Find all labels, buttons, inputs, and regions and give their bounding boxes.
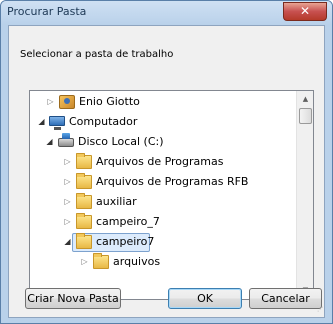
folder-icon [93,253,109,269]
folder-icon [76,153,92,169]
tree-item-label: Arquivos de Programas RFB [96,175,249,188]
window-title: Procurar Pasta [7,5,87,18]
dialog-body: Selecionar a pasta de trabalho ▷ Enio Gi… [8,25,325,318]
tree-item-label: auxiliar [96,195,137,208]
folder-tree[interactable]: ▷ Enio Giotto ◢ Computador ◢ Disco Local… [29,90,314,300]
tree-item-label: Computador [69,115,138,128]
new-folder-button[interactable]: Criar Nova Pasta [25,288,121,309]
user-folder-icon [59,95,75,109]
folder-icon [76,233,92,249]
collapse-arrow-icon[interactable]: ◢ [45,132,54,152]
dialog-prompt: Selecionar a pasta de trabalho [20,49,174,60]
drive-icon [58,133,74,147]
tree-item-arquivos-de-programas[interactable]: ▷ Arquivos de Programas [30,152,296,172]
expand-arrow-icon[interactable]: ▷ [63,172,72,192]
tree-item-arquivos[interactable]: ▷ arquivos [30,252,296,272]
computer-icon [49,116,65,130]
scroll-up-icon[interactable]: ▲ [297,91,313,108]
folder-icon [76,193,92,209]
tree-item-disco-local[interactable]: ◢ Disco Local (C:) [30,132,296,152]
expand-arrow-icon[interactable]: ▷ [63,212,72,232]
tree-item-label: campeiro7 [96,235,155,248]
tree-item-computador[interactable]: ◢ Computador [30,112,296,132]
tree-item-label: arquivos [113,255,161,268]
tree-item-arquivos-de-programas-rfb[interactable]: ▷ Arquivos de Programas RFB [30,172,296,192]
expand-arrow-icon[interactable]: ▷ [46,92,55,112]
folder-icon [76,173,92,189]
title-bar[interactable]: Procurar Pasta ✕ [1,1,332,25]
ok-button[interactable]: OK [168,288,242,309]
expand-arrow-icon[interactable]: ▷ [63,152,72,172]
cancel-button[interactable]: Cancelar [249,288,322,309]
collapse-arrow-icon[interactable]: ◢ [37,112,46,132]
tree-item-label: Arquivos de Programas [96,155,224,168]
tree-item-label: Disco Local (C:) [78,135,164,148]
resize-grip-icon[interactable]: ⋰ [317,306,325,314]
tree-item-enio-giotto[interactable]: ▷ Enio Giotto [30,92,296,112]
close-icon: ✕ [299,4,311,18]
browse-folder-dialog: Procurar Pasta ✕ Selecionar a pasta de t… [0,0,333,324]
vertical-scrollbar[interactable]: ▲ ▼ [296,91,313,299]
folder-icon [76,213,92,229]
tree-item-label: campeiro_7 [96,215,160,228]
close-button[interactable]: ✕ [283,2,327,21]
tree-item-label: Enio Giotto [79,95,140,108]
scrollbar-thumb[interactable] [299,108,312,124]
expand-arrow-icon[interactable]: ▷ [80,252,89,272]
tree-item-campeiro-7-underscore[interactable]: ▷ campeiro_7 [30,212,296,232]
tree-item-campeiro7[interactable]: ◢ campeiro7 [30,232,296,252]
tree-item-auxiliar[interactable]: ▷ auxiliar [30,192,296,212]
expand-arrow-icon[interactable]: ▷ [63,192,72,212]
collapse-arrow-icon[interactable]: ◢ [63,232,72,252]
